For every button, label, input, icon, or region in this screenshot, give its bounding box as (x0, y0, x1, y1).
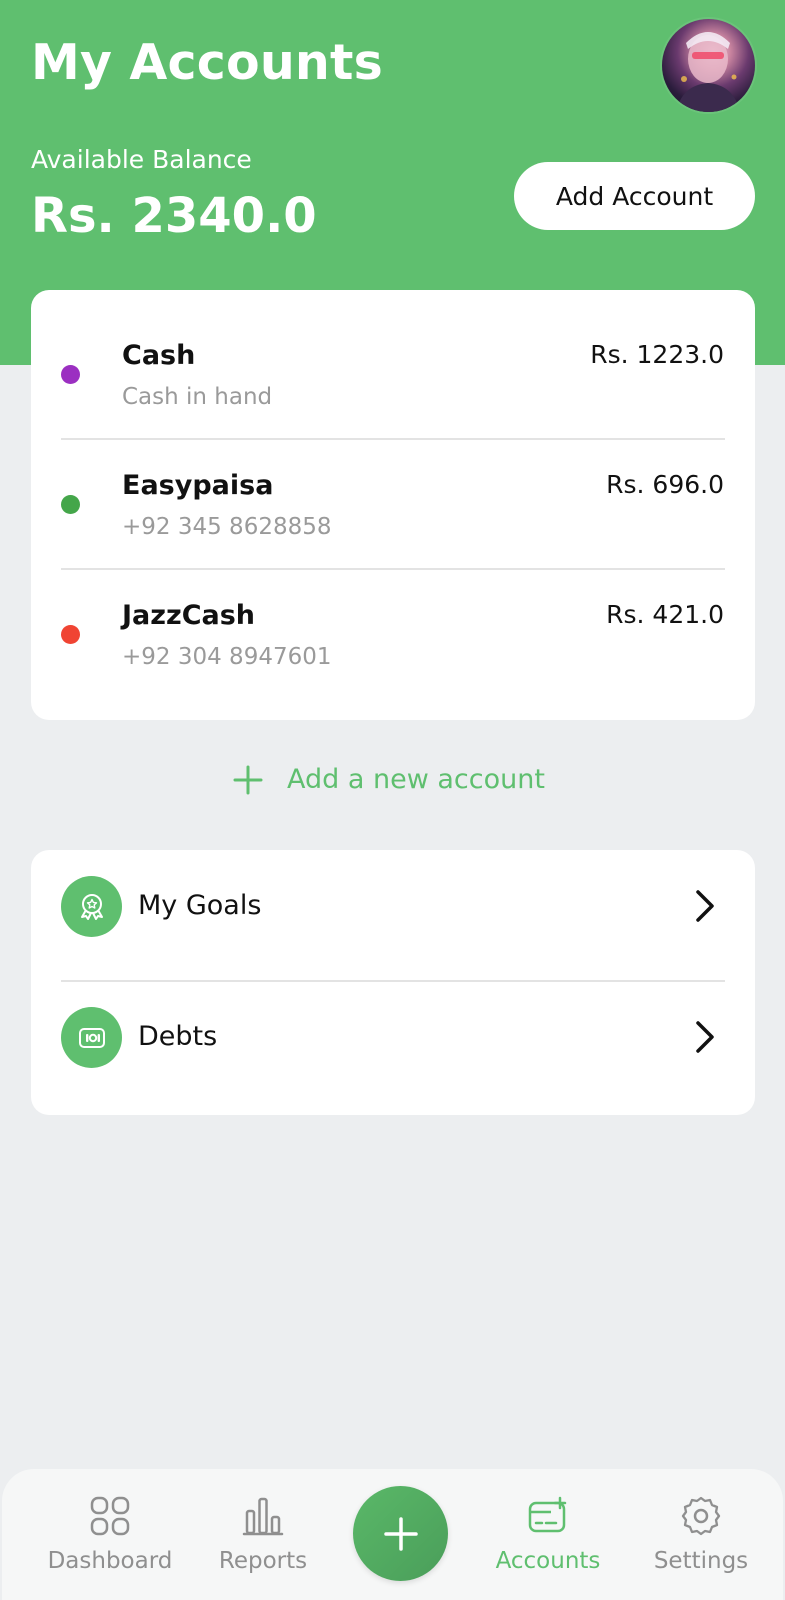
add-account-button[interactable]: Add Account (514, 162, 755, 230)
account-subtitle: Cash in hand (122, 384, 273, 410)
account-name: Easypaisa (122, 470, 274, 501)
avatar-portrait-icon (676, 32, 740, 112)
account-color-dot (61, 365, 80, 384)
account-name: Cash (122, 340, 196, 371)
accounts-card: Cash Cash in hand Rs. 1223.0 Easypaisa +… (31, 290, 755, 720)
links-card: My Goals Debts (31, 850, 755, 1115)
add-new-account-button[interactable]: Add a new account (233, 764, 545, 795)
debts-row[interactable]: Debts (31, 981, 755, 1093)
account-amount: Rs. 696.0 (606, 470, 724, 499)
my-goals-label: My Goals (138, 890, 262, 921)
card-add-icon (528, 1496, 567, 1533)
account-color-dot (61, 625, 80, 644)
plus-icon (233, 765, 263, 794)
my-goals-row[interactable]: My Goals (31, 850, 755, 962)
goal-badge-icon-circle (61, 876, 122, 937)
add-new-account-label: Add a new account (287, 764, 545, 795)
page-title: My Accounts (31, 34, 383, 91)
nav-settings[interactable]: Settings (636, 1469, 766, 1600)
balance-label: Available Balance (31, 145, 252, 174)
account-row-easypaisa[interactable]: Easypaisa +92 345 8628858 Rs. 696.0 (31, 420, 755, 550)
avatar[interactable] (662, 19, 755, 112)
goal-badge-icon (80, 893, 103, 920)
account-row-jazzcash[interactable]: JazzCash +92 304 8947601 Rs. 421.0 (31, 550, 755, 680)
chevron-right-icon (696, 1021, 714, 1053)
plus-icon (383, 1516, 418, 1551)
bar-chart-icon (242, 1497, 284, 1536)
nav-dashboard[interactable]: Dashboard (40, 1469, 180, 1600)
add-transaction-fab[interactable] (353, 1486, 448, 1581)
account-amount: Rs. 421.0 (606, 600, 724, 629)
account-amount: Rs. 1223.0 (590, 340, 724, 369)
nav-dashboard-label: Dashboard (47, 1548, 173, 1574)
nav-reports[interactable]: Reports (203, 1469, 323, 1600)
debts-label: Debts (138, 1021, 218, 1052)
balance-value: Rs. 2340.0 (31, 188, 317, 244)
banknote-icon-circle (61, 1007, 122, 1068)
banknote-icon (78, 1027, 105, 1048)
account-subtitle: +92 345 8628858 (122, 514, 332, 540)
account-row-cash[interactable]: Cash Cash in hand Rs. 1223.0 (31, 290, 755, 420)
nav-reports-label: Reports (218, 1548, 308, 1574)
nav-accounts-label: Accounts (495, 1548, 601, 1574)
account-subtitle: +92 304 8947601 (122, 644, 332, 670)
nav-settings-label: Settings (653, 1548, 749, 1574)
nav-accounts[interactable]: Accounts (478, 1469, 618, 1600)
account-color-dot (61, 495, 80, 514)
account-name: JazzCash (122, 600, 256, 631)
gear-icon (681, 1496, 721, 1536)
grid-icon (90, 1496, 130, 1536)
chevron-right-icon (696, 890, 714, 922)
